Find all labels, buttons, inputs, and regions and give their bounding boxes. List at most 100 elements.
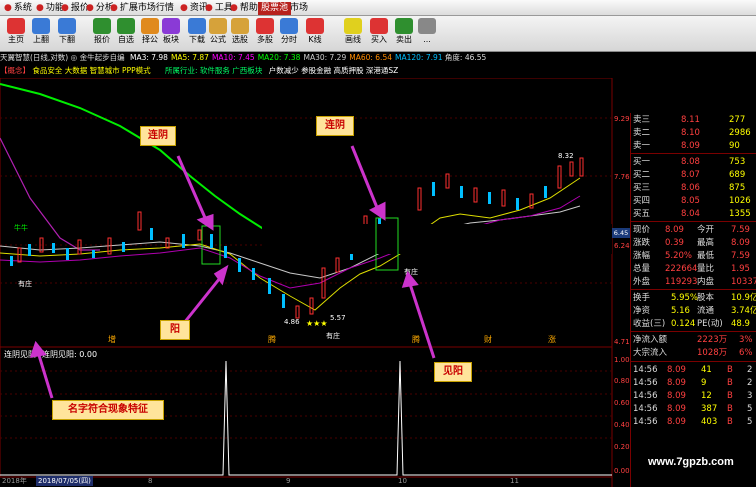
stat-label: 流通 (697, 306, 715, 316)
panel-row[interactable]: 总量 222664 量比 1.95 (631, 263, 756, 276)
kline-button[interactable]: K线 (300, 18, 330, 50)
tick-time: 14:56 (633, 391, 658, 401)
stock-title: 天翼智慧(日线,对数) (0, 53, 69, 62)
event-marker: 涨 (548, 334, 556, 344)
page-down-button[interactable]: 下翻 (52, 18, 82, 50)
order-volume: 2986 (729, 128, 751, 138)
panel-row[interactable]: 涨幅 5.20% 最低 7.59 (631, 250, 756, 263)
menu-bullet-icon: ● (4, 3, 12, 13)
menu-bar: ● 系统 ● 功能 ● 报价 ● 分析 ● 扩展市场行情 ● 资讯 ● 工具 ● 帮助 股票池 … (0, 0, 756, 16)
tick-side: B (727, 391, 733, 401)
menu-system[interactable]: ● 系统 (4, 2, 32, 15)
flow-percent: 3% (739, 335, 753, 345)
indicator-y-tick: 0.00 (614, 467, 630, 475)
panel-row[interactable]: 14:56 8.09 403 B 5 (631, 416, 756, 429)
panel-row[interactable]: 现价 8.09 今开 7.59 (631, 224, 756, 237)
ma-list: MA3: 7.98 MA5: 7.87 MA10: 7.45 MA20: 7.38 MA… (127, 53, 443, 62)
panel-row[interactable]: 买四 8.05 1026 (631, 195, 756, 208)
panel-row[interactable]: 大宗流入 1028万 6% (631, 347, 756, 360)
stat-value: 3.74亿 (731, 306, 756, 316)
indicator-y-tick: 0.40 (614, 421, 630, 429)
more-icon (418, 18, 436, 34)
menu-bullet-icon: ● (110, 3, 118, 13)
panel-row[interactable]: 涨跌 0.39 最高 8.09 (631, 237, 756, 250)
menu-quote[interactable]: ● 报价 (61, 2, 89, 15)
stat-value: 7.59 (731, 225, 750, 235)
order-label: 卖一 (633, 141, 651, 151)
panel-row[interactable]: 净流入额 2223万 3% (631, 334, 756, 347)
flow-label: 大宗流入 (633, 348, 668, 358)
order-price: 8.07 (681, 170, 700, 180)
y-tick: 7.76 (614, 173, 630, 181)
flow-value: 2223万 (697, 335, 728, 345)
stat-label: 量比 (697, 264, 715, 274)
toolbar: 主页 上翻 下翻 报价 自选 择公 板块 下载 公式 选股 多股 分时 K线 画… (0, 16, 756, 52)
panel-row[interactable]: 14:56 8.09 9 B 2 (631, 377, 756, 390)
tick-side: B (727, 417, 733, 427)
divider (631, 331, 756, 332)
stat-value: 5.20% (665, 251, 693, 261)
callout-jianyang: 见阳 (434, 362, 472, 382)
current-price-tag: 6.45 (612, 228, 630, 238)
panel-row[interactable]: 14:56 8.09 41 B 2 (631, 364, 756, 377)
stat-value: 0.39 (665, 238, 684, 248)
panel-row[interactable]: 卖二 8.10 2986 (631, 127, 756, 140)
tab-stock-pool[interactable]: 股票池 (258, 2, 292, 15)
home-icon (7, 18, 25, 34)
stat-value: 8.09 (665, 225, 684, 235)
date-badge: 2018/07/05(四) (36, 476, 93, 486)
industry-text: 所属行业: 软件服务 广西板块 (165, 66, 263, 75)
order-volume: 689 (729, 170, 746, 180)
tick-side: B (727, 404, 733, 414)
y-tick: 9.29 (614, 115, 630, 123)
panel-row[interactable]: 净资 5.16 流通 3.74亿 (631, 305, 756, 318)
tick-count: 3 (747, 391, 753, 401)
indicator-legend: 连阴见阳: 0.00 (42, 349, 97, 359)
stat-value: 0.124 (671, 319, 696, 329)
ma-value: MA10: 7.45 (211, 53, 255, 62)
panel-row[interactable]: 买二 8.07 689 (631, 169, 756, 182)
stat-value: 48.9 (731, 319, 750, 329)
panel-row[interactable]: 买一 8.08 753 (631, 156, 756, 169)
ma-value: MA30: 7.29 (303, 53, 347, 62)
kline-icon (306, 18, 324, 34)
menu-extended-market[interactable]: ● 扩展市场行情 (110, 2, 174, 15)
tick-count: 2 (747, 365, 753, 375)
tick-count: 5 (747, 404, 753, 414)
indicator-name: ◎ 金牛起步自编 (70, 53, 125, 62)
angle-value: 角度: 46.55 (444, 53, 487, 62)
panel-row[interactable]: 卖一 8.09 90 (631, 140, 756, 153)
star-icon: ★★★ (306, 319, 328, 328)
menu-news[interactable]: ● 资讯 (180, 2, 208, 15)
concept-list: 食品安全 大数据 智慧城市 PPP模式 (32, 66, 151, 75)
menu-tools[interactable]: ● 工具 (205, 2, 233, 15)
annotation-arrows (29, 145, 436, 399)
menu-bullet-icon: ● (230, 3, 238, 13)
menu-help[interactable]: ● 帮助 (230, 2, 258, 15)
stat-value: 8.09 (731, 238, 750, 248)
panel-row[interactable]: 买三 8.06 875 (631, 182, 756, 195)
tick-time: 14:56 (633, 417, 658, 427)
order-volume: 1355 (729, 209, 751, 219)
stat-label: 今开 (697, 225, 715, 235)
panel-row[interactable]: 14:56 8.09 12 B 3 (631, 390, 756, 403)
panel-row[interactable]: 14:56 8.09 387 B 5 (631, 403, 756, 416)
chart-area[interactable]: 9.29 7.76 6.24 4.71 1.00 0.80 0.60 0.40 … (0, 78, 630, 487)
y-tick: 6.24 (614, 242, 630, 250)
stat-value: 119293 (665, 277, 698, 287)
tick-price: 8.09 (667, 417, 686, 427)
menu-function[interactable]: ● 功能 (36, 2, 64, 15)
more-button[interactable]: ... (412, 18, 442, 50)
arrow-down-icon (58, 18, 76, 34)
stat-value: 1.95 (731, 264, 750, 274)
tick-volume: 387 (701, 404, 718, 414)
panel-row[interactable]: 换手 5.95% 股本 10.9亿 (631, 292, 756, 305)
panel-row[interactable]: 收益(三) 0.124 PE(动) 48.9 (631, 318, 756, 331)
panel-row[interactable]: 买五 8.04 1355 (631, 208, 756, 221)
panel-row[interactable]: 卖三 8.11 277 (631, 114, 756, 127)
divider (631, 289, 756, 290)
panel-row[interactable]: 外盘 119293内盘 103370 (631, 276, 756, 289)
tab-market[interactable]: 市场 (290, 2, 308, 15)
stat-value: 10.9亿 (731, 293, 756, 303)
intraday-icon (280, 18, 298, 34)
